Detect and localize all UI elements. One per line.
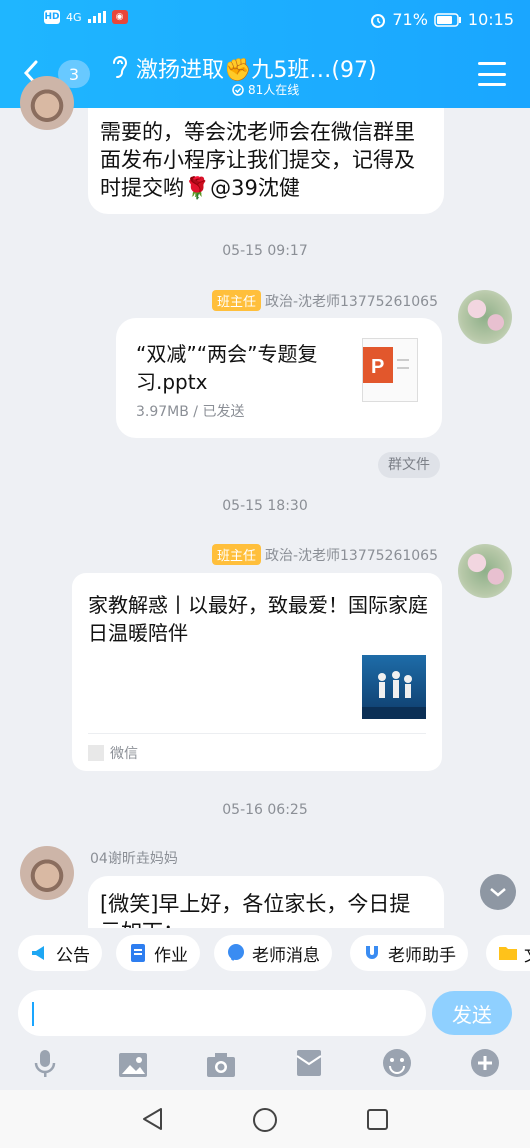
message-input[interactable]: [18, 990, 426, 1036]
image-icon[interactable]: [118, 1050, 148, 1080]
sender-name: 04谢昕垚妈妈: [90, 851, 178, 867]
signal-label: 4G: [66, 10, 82, 24]
folder-icon: [499, 947, 517, 960]
clock: 10:15: [467, 10, 514, 29]
megaphone-icon: [32, 946, 44, 960]
ear-icon[interactable]: [108, 54, 130, 80]
message-text: 需要的，等会沈老师会在微信群里面发布小程序让我们提交，记得及时提交哟🌹@39沈健: [100, 120, 415, 200]
sender-name: 政治-沈老师13775261065: [264, 293, 438, 310]
scroll-down-button[interactable]: [480, 874, 516, 910]
sender-line: 班主任 政治-沈老师13775261065: [211, 544, 438, 565]
link-card[interactable]: 家教解惑丨以最好，致最爱！国际家庭日温暖陪伴 微信: [72, 573, 442, 771]
battery-icon: [434, 12, 461, 27]
chat-header: HD 4G ◉ 71% 10:15 3 激扬进取✊九5班…(97) 81人在线: [0, 0, 530, 108]
emoji-icon[interactable]: [382, 1048, 412, 1078]
app-notification-icon: ◉: [111, 10, 128, 24]
shortcut-label: 老师消息: [252, 945, 320, 966]
magnet-icon: [366, 946, 378, 959]
shortcut-teacher-assistant[interactable]: 老师助手: [350, 935, 468, 971]
sender-name: 政治-沈老师13775261065: [264, 547, 438, 564]
svg-text:P: P: [371, 356, 384, 378]
shortcut-label: 文: [524, 941, 530, 966]
status-left: HD 4G ◉: [44, 10, 128, 24]
nav-back-icon[interactable]: [140, 1106, 166, 1132]
divider: [88, 733, 426, 734]
message-bubble[interactable]: [微笑]早上好，各位家长，今日提示如下：: [88, 876, 444, 928]
chat-title[interactable]: 激扬进取✊九5班…(97): [136, 52, 377, 84]
group-file-tag[interactable]: 群文件: [378, 452, 440, 478]
link-title: 家教解惑丨以最好，致最爱！国际家庭日温暖陪伴: [88, 593, 428, 645]
message-text: [微笑]早上好，各位家长，今日提示如下：: [100, 892, 411, 928]
signal-icon: [87, 11, 106, 23]
camera-icon[interactable]: [206, 1050, 236, 1080]
avatar[interactable]: [20, 846, 74, 900]
role-badge: 班主任: [211, 544, 261, 565]
send-button[interactable]: 发送: [432, 991, 512, 1035]
battery-percent: 71%: [392, 10, 428, 29]
menu-button[interactable]: [478, 62, 506, 86]
microphone-icon[interactable]: [30, 1048, 60, 1078]
avatar[interactable]: [20, 76, 74, 130]
plus-icon[interactable]: [470, 1048, 500, 1078]
shortcut-label: 老师助手: [388, 945, 456, 966]
avatar[interactable]: [458, 544, 512, 598]
shortcut-announcement[interactable]: 公告: [18, 935, 102, 971]
online-icon: [232, 83, 244, 96]
link-source: 微信: [88, 743, 138, 763]
online-count[interactable]: 81人在线: [232, 81, 299, 98]
file-bubble[interactable]: “双减”“两会”专题复习.pptx 3.97MB / 已发送 P: [116, 318, 442, 438]
file-meta: 3.97MB / 已发送: [136, 404, 245, 420]
timestamp: 05-15 18:30: [222, 498, 308, 514]
source-label: 微信: [110, 746, 138, 762]
nav-recents-icon[interactable]: [365, 1107, 391, 1133]
status-right: 71% 10:15: [370, 10, 514, 29]
alarm-icon: [371, 13, 386, 28]
message-bubble[interactable]: 需要的，等会沈老师会在微信群里面发布小程序让我们提交，记得及时提交哟🌹@39沈健: [88, 108, 444, 214]
system-nav-bar: [0, 1090, 530, 1148]
hd-icon: HD: [44, 10, 60, 24]
red-packet-icon[interactable]: [294, 1048, 324, 1078]
ppt-file-icon: P: [362, 338, 418, 402]
online-label: 81人在线: [248, 83, 300, 97]
wechat-icon: [88, 745, 104, 761]
sender-line: 班主任 政治-沈老师13775261065: [211, 290, 438, 311]
timestamp: 05-15 09:17: [222, 243, 308, 259]
shortcut-label: 作业: [154, 945, 188, 966]
chevron-down-icon: [490, 888, 506, 897]
text-cursor: [32, 1002, 34, 1026]
shortcut-teacher-messages[interactable]: 老师消息: [214, 935, 332, 971]
link-thumbnail: [362, 655, 426, 719]
input-toolbar: [0, 1044, 530, 1088]
shortcut-files[interactable]: 文: [486, 935, 530, 971]
timestamp: 05-16 06:25: [222, 802, 308, 818]
shortcut-label: 公告: [56, 945, 90, 966]
nav-home-icon[interactable]: [251, 1106, 279, 1134]
shortcut-bar: 公告 作业 老师消息 老师助手 文: [0, 928, 530, 978]
shortcut-homework[interactable]: 作业: [116, 935, 200, 971]
role-badge: 班主任: [211, 290, 261, 311]
avatar[interactable]: [458, 290, 512, 344]
chat-icon: [228, 944, 244, 961]
document-icon: [131, 944, 145, 962]
file-name: “双减”“两会”专题复习.pptx: [136, 342, 318, 394]
